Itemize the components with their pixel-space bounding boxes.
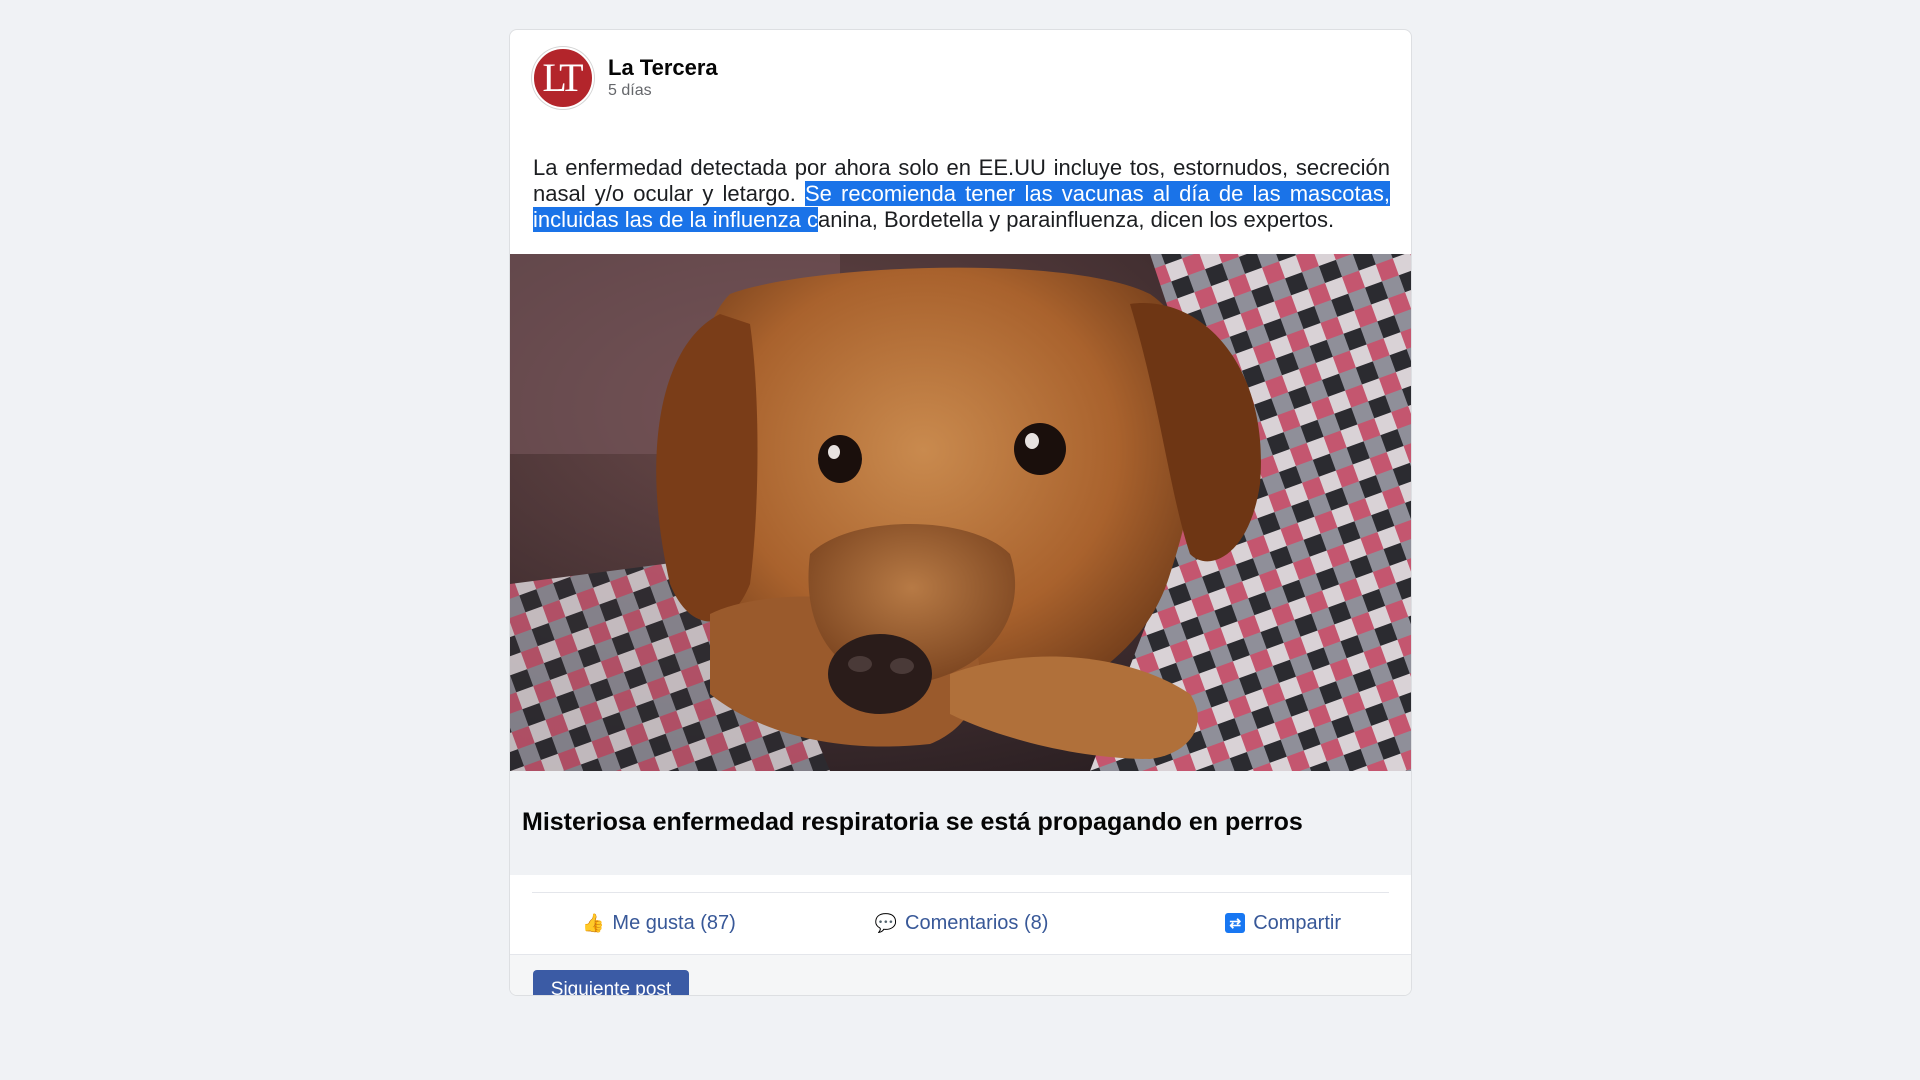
actions-bar: 👍 Me gusta (87) 💬 Comentarios (8) ⇄ Comp…: [532, 892, 1389, 953]
post-header-text: La Tercera 5 días: [608, 55, 718, 101]
page-name[interactable]: La Tercera: [608, 55, 718, 81]
next-post-button[interactable]: Siguiente post: [533, 970, 689, 995]
page-avatar[interactable]: LT: [532, 47, 594, 109]
page: LT La Tercera 5 días La enfermedad detec…: [0, 0, 1920, 1080]
like-label: Me gusta (87): [612, 911, 736, 934]
link-title[interactable]: Misteriosa enfermedad respiratoria se es…: [522, 808, 1303, 837]
link-preview[interactable]: Misteriosa enfermedad respiratoria se es…: [510, 771, 1411, 875]
share-icon: ⇄: [1225, 913, 1246, 933]
post-text: La enfermedad detectada por ahora solo e…: [533, 155, 1390, 233]
like-button[interactable]: 👍 Me gusta (87): [532, 912, 835, 935]
post-card: LT La Tercera 5 días La enfermedad detec…: [509, 29, 1412, 996]
post-text-end: anina, Bordetella y parainfluenza, dicen…: [817, 207, 1335, 232]
comment-label: Comentarios (8): [905, 911, 1049, 934]
post-header: LT La Tercera 5 días: [532, 46, 718, 110]
post-image[interactable]: [510, 254, 1411, 771]
thumbs-up-icon: 👍: [582, 913, 605, 933]
comment-button[interactable]: 💬 Comentarios (8): [835, 912, 1088, 935]
dog-photo: [510, 254, 1411, 771]
share-label: Compartir: [1253, 911, 1341, 934]
share-button[interactable]: ⇄ Compartir: [1088, 912, 1389, 935]
avatar-initials: LT: [542, 55, 583, 100]
speech-bubble-icon: 💬: [874, 913, 898, 933]
post-timestamp[interactable]: 5 días: [608, 81, 718, 101]
